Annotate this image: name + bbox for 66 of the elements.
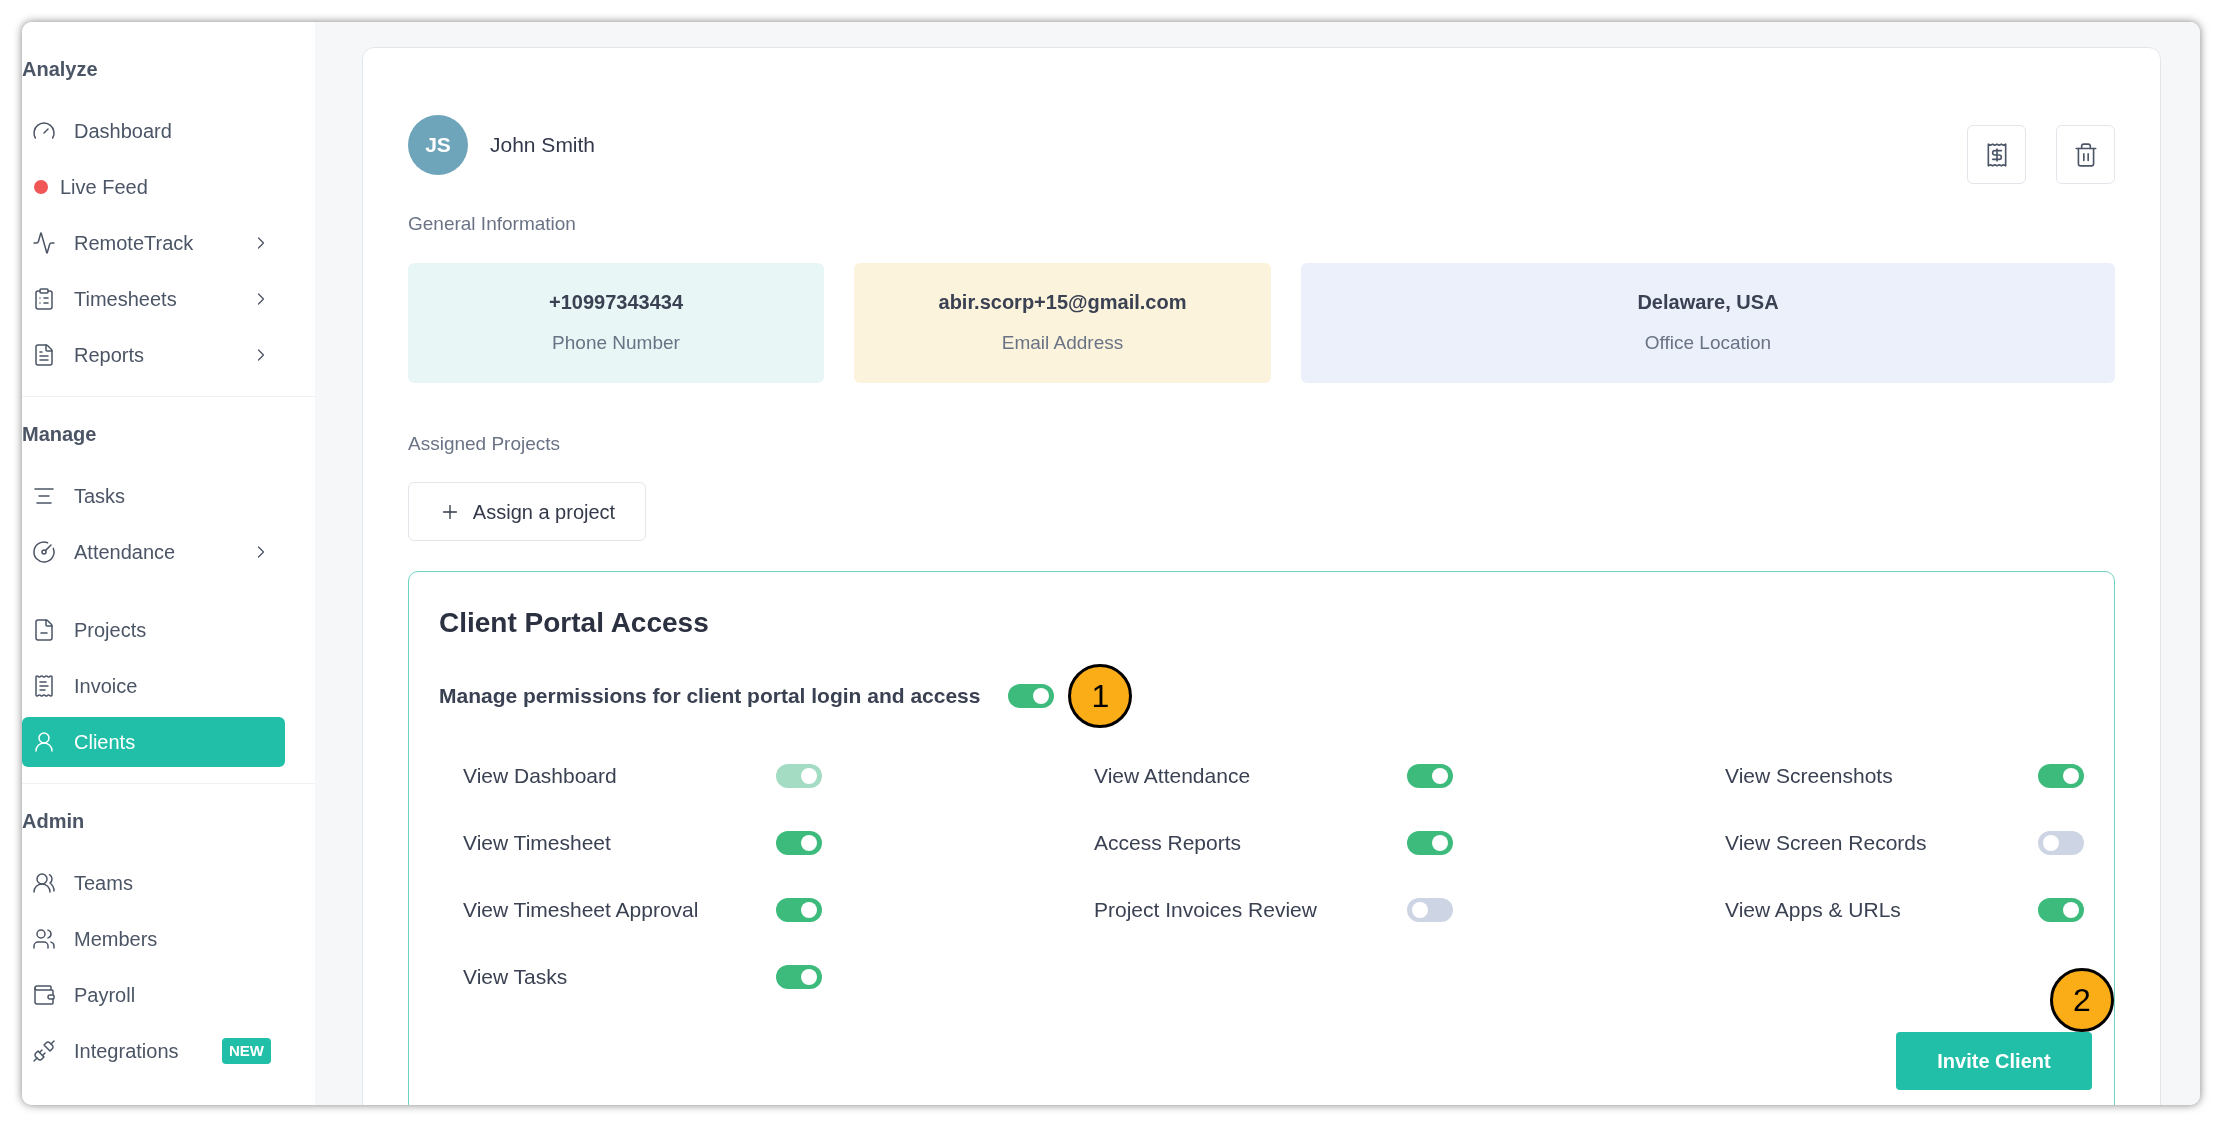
toggle-switch[interactable] — [1008, 684, 1055, 708]
pulse-icon — [32, 231, 56, 255]
receipt-icon — [32, 674, 56, 698]
dial-icon — [32, 540, 56, 564]
sidebar-item[interactable]: Reports — [22, 330, 285, 380]
info-value: abir.scorp+15@gmail.com — [938, 290, 1187, 316]
toggle-switch[interactable] — [2038, 897, 2084, 922]
wallet-icon — [32, 983, 56, 1007]
toggle-switch[interactable] — [776, 830, 822, 855]
receipt-button[interactable] — [1967, 125, 2026, 184]
toggle-switch[interactable] — [776, 897, 822, 922]
assign-project-button[interactable]: Assign a project — [408, 482, 646, 541]
section-heading: Manage — [22, 422, 98, 447]
permission-label: View Screenshots — [1725, 762, 1893, 789]
permission-label: View Tasks — [463, 963, 568, 990]
panel-title: Client Portal Access — [439, 606, 710, 640]
sidebar-item[interactable]: Timesheets — [22, 274, 285, 324]
document-icon — [32, 343, 56, 367]
permission-label: Access Reports — [1094, 829, 1242, 856]
info-label: Email Address — [1001, 331, 1124, 356]
client-name: John Smith — [490, 132, 596, 159]
permission-label: Project Invoices Review — [1094, 896, 1317, 923]
sidebar-item[interactable]: Dashboard — [22, 106, 285, 156]
toggle-switch[interactable] — [1407, 763, 1453, 788]
people-icon — [32, 927, 56, 951]
toggle-switch[interactable] — [2038, 830, 2084, 855]
permission-label: View Apps & URLs — [1725, 896, 1901, 923]
annotation-badge: 2 — [2050, 968, 2114, 1032]
setting-label: Manage permissions for client portal login and access — [439, 683, 981, 710]
sidebar-item[interactable]: Members — [22, 914, 285, 964]
permission-label: View Timesheet — [463, 829, 611, 856]
user-icon — [32, 730, 56, 754]
section-heading: Assigned Projects — [408, 431, 562, 456]
section-heading: Analyze — [22, 57, 99, 82]
trash-icon — [2072, 141, 2099, 168]
info-value: Delaware, USA — [1637, 290, 1779, 316]
section-heading: Admin — [22, 809, 86, 834]
section-heading: General Information — [408, 212, 577, 236]
people-icon — [32, 871, 56, 895]
plug-icon — [32, 1039, 56, 1063]
toggle-switch[interactable] — [1407, 830, 1453, 855]
info-label: Phone Number — [552, 331, 680, 356]
sidebar-item[interactable]: Integrations NEW — [22, 1026, 285, 1076]
permission-label: View Screen Records — [1725, 829, 1927, 856]
toggle-switch[interactable] — [1407, 897, 1453, 922]
annotation-badge: 1 — [1068, 664, 1133, 728]
info-label: Office Location — [1644, 331, 1772, 356]
avatar: JS — [408, 115, 468, 175]
sidebar-item[interactable]: Projects — [22, 605, 285, 655]
new-badge: NEW — [222, 1037, 271, 1065]
sidebar-item[interactable]: RemoteTrack — [22, 218, 285, 268]
sidebar-item[interactable]: Attendance — [22, 527, 285, 577]
sidebar-item[interactable]: Live Feed — [22, 162, 285, 212]
clipboard-icon — [32, 287, 56, 311]
sidebar-item[interactable]: Tasks — [22, 471, 285, 521]
sidebar-item[interactable]: Payroll — [22, 970, 285, 1020]
permission-label: View Timesheet Approval — [463, 896, 699, 923]
document-icon — [32, 618, 56, 642]
sidebar-item[interactable]: Invoice — [22, 661, 285, 711]
info-value: +10997343434 — [548, 290, 683, 316]
permission-label: View Dashboard — [463, 762, 617, 789]
toggle-switch[interactable] — [776, 964, 822, 989]
sidebar-item[interactable]: Teams — [22, 858, 285, 908]
delete-button[interactable] — [2056, 125, 2115, 184]
permission-label: View Attendance — [1094, 762, 1251, 789]
toggle-switch[interactable] — [2038, 763, 2084, 788]
